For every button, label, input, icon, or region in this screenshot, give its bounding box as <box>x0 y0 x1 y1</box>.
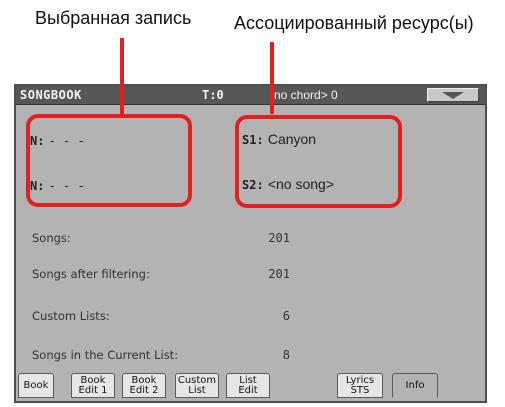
tab-label: Book Edit 1 <box>78 374 108 396</box>
stat-value: 201 <box>268 267 290 281</box>
annotation-selected-entry: Выбранная запись <box>35 8 192 28</box>
tab-bar: Book Book Edit 1 Book Edit 2 Custom List… <box>16 372 485 401</box>
chord-readout: no chord> 0 <box>274 88 338 102</box>
tab-label: Lyrics STS <box>345 374 375 396</box>
stat-label: Songs: <box>32 231 71 245</box>
annotation-pointer-left <box>120 38 124 114</box>
stat-row-songs: Songs: 201 <box>16 231 485 249</box>
stat-row-custom-lists: Custom Lists: 6 <box>16 309 485 327</box>
tab-lyrics-sts[interactable]: Lyrics STS <box>337 373 383 398</box>
tab-book-edit-1[interactable]: Book Edit 1 <box>71 373 115 398</box>
tab-book[interactable]: Book <box>18 373 54 398</box>
stat-row-songs-after-filtering: Songs after filtering: 201 <box>16 267 485 285</box>
tab-label: List Edit <box>238 374 258 396</box>
tempo-readout: T:0 <box>202 88 224 102</box>
tab-book-edit-2[interactable]: Book Edit 2 <box>122 373 166 398</box>
stat-value: 8 <box>282 348 290 362</box>
titlebar: SONGBOOK T:0 no chord> 0 <box>16 86 485 105</box>
stat-value: 201 <box>268 231 290 245</box>
annotation-pointer-right <box>270 42 274 114</box>
tab-label: Custom List <box>177 374 217 396</box>
stat-label: Songs in the Current List: <box>32 348 179 362</box>
page-menu-button[interactable] <box>427 88 479 102</box>
tab-label: Book Edit 2 <box>129 374 159 396</box>
tab-info[interactable]: Info <box>392 373 438 398</box>
tab-list-edit[interactable]: List Edit <box>226 373 270 398</box>
selected-entry-highlight <box>26 114 192 207</box>
songbook-screen: SONGBOOK T:0 no chord> 0 N: - - - N: - -… <box>14 84 487 403</box>
stat-row-songs-in-current-list: Songs in the Current List: 8 <box>16 348 485 366</box>
tab-custom-list[interactable]: Custom List <box>175 373 219 398</box>
triangle-down-icon <box>442 91 464 99</box>
stat-value: 6 <box>282 309 290 323</box>
stat-label: Custom Lists: <box>32 309 110 323</box>
tab-label: Info <box>405 379 425 391</box>
associated-resources-highlight <box>235 115 402 208</box>
page-title: SONGBOOK <box>20 88 82 102</box>
stat-label: Songs after filtering: <box>32 267 150 281</box>
annotation-associated-resources: Ассоциированный ресурс(ы) <box>234 13 474 33</box>
tab-label: Book <box>23 379 49 391</box>
